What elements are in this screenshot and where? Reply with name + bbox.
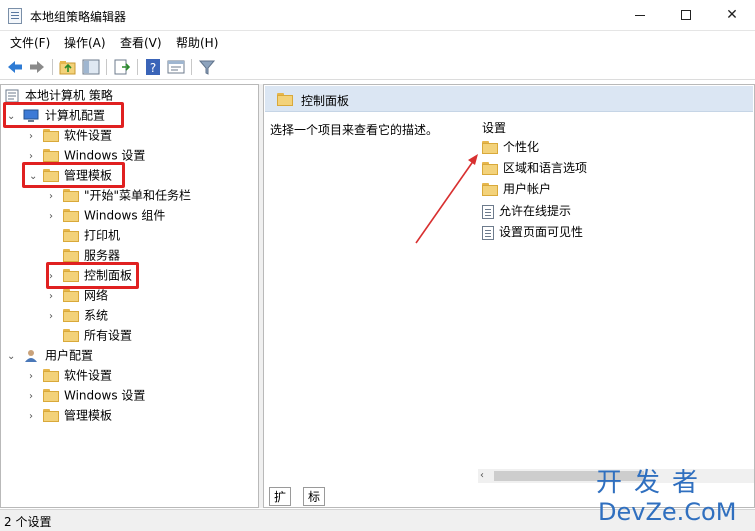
chevron-right-icon[interactable]: › xyxy=(29,387,39,407)
chevron-right-icon[interactable]: › xyxy=(49,287,59,307)
chevron-right-icon[interactable]: › xyxy=(49,207,59,227)
details-pane[interactable]: 控制面板 选择一个项目来查看它的描述。 设置 个性化 区域和语言选项 用户帐户 … xyxy=(263,84,755,508)
setting-icon xyxy=(482,225,494,240)
details-header: 控制面板 xyxy=(265,86,753,112)
chevron-down-icon[interactable]: ⌄ xyxy=(7,347,17,367)
folder-icon xyxy=(482,183,498,196)
tree-item-user-admin-templates[interactable]: › 管理模板 xyxy=(29,405,112,425)
help-icon[interactable]: ? xyxy=(144,58,162,76)
folder-icon xyxy=(43,409,59,422)
list-item-personalization[interactable]: 个性化 xyxy=(482,137,539,157)
svg-text:?: ? xyxy=(150,61,156,75)
toolbar-separator xyxy=(137,59,138,75)
highlight-computer-config xyxy=(3,102,124,128)
toolbar-separator xyxy=(106,59,107,75)
forward-icon[interactable] xyxy=(28,58,46,76)
chevron-right-icon[interactable]: › xyxy=(49,307,59,327)
folder-icon xyxy=(482,162,498,175)
folder-icon xyxy=(63,289,79,302)
toolbar-separator xyxy=(191,59,192,75)
title-bar: 本地组策略编辑器 ✕ xyxy=(0,0,755,31)
folder-icon xyxy=(43,369,59,382)
list-item-page-visibility[interactable]: 设置页面可见性 xyxy=(482,222,583,242)
menu-help[interactable]: 帮助(H) xyxy=(176,34,218,51)
chevron-right-icon[interactable]: › xyxy=(29,367,39,387)
minimize-icon xyxy=(635,15,645,16)
watermark-bottom-text: DevZe.CoM xyxy=(598,498,737,526)
tree-item-all-settings[interactable]: 所有设置 xyxy=(49,325,132,345)
settings-column-header[interactable]: 设置 xyxy=(482,119,506,136)
policy-icon xyxy=(5,89,19,102)
watermark-logo: 开发者 DevZe.CoM xyxy=(596,462,752,528)
menu-view[interactable]: 查看(V) xyxy=(120,34,162,51)
folder-icon xyxy=(63,249,79,262)
maximize-button[interactable] xyxy=(663,0,709,31)
show-hide-tree-icon[interactable] xyxy=(82,58,100,76)
chevron-right-icon[interactable]: › xyxy=(29,127,39,147)
menu-file[interactable]: 文件(F) xyxy=(10,34,50,51)
tree-item-printers[interactable]: 打印机 xyxy=(49,225,120,245)
folder-icon xyxy=(63,209,79,222)
toolbar-separator xyxy=(52,59,53,75)
tree-item-user-windows-settings[interactable]: › Windows 设置 xyxy=(29,385,145,405)
maximize-icon xyxy=(681,10,691,20)
highlight-admin-templates xyxy=(22,162,125,188)
setting-icon xyxy=(482,204,494,219)
all-settings-folder-icon xyxy=(63,329,79,342)
tab-extended[interactable]: 扩展 xyxy=(269,487,292,522)
highlight-control-panel xyxy=(46,262,139,289)
folder-icon xyxy=(63,229,79,242)
folder-icon xyxy=(43,389,59,402)
window-title: 本地组策略编辑器 xyxy=(30,10,127,24)
chevron-right-icon[interactable]: › xyxy=(49,187,59,207)
up-folder-icon[interactable] xyxy=(59,58,77,76)
list-item-online-tips[interactable]: 允许在线提示 xyxy=(482,201,571,221)
tree-item-windows-components[interactable]: › Windows 组件 xyxy=(49,205,165,225)
toolbar: ? xyxy=(0,54,755,80)
close-button[interactable]: ✕ xyxy=(709,0,755,31)
tree-pane[interactable]: 本地计算机 策略 ⌄ 计算机配置 › 软件设置 › Windows 设置 ⌄ 管理模板 … xyxy=(0,84,259,508)
filter-icon[interactable] xyxy=(198,58,216,76)
close-icon: ✕ xyxy=(726,7,738,23)
properties-icon[interactable] xyxy=(167,58,185,76)
list-item-regional-language[interactable]: 区域和语言选项 xyxy=(482,158,587,178)
tree-item-system[interactable]: › 系统 xyxy=(49,305,108,325)
folder-icon xyxy=(482,141,498,154)
menu-bar: 文件(F) 操作(A) 查看(V) 帮助(H) xyxy=(0,31,755,53)
gpedit-app-icon xyxy=(8,8,22,24)
folder-icon xyxy=(43,129,59,142)
folder-icon xyxy=(43,149,59,162)
folder-icon xyxy=(63,309,79,322)
tree-item-user-software-settings[interactable]: › 软件设置 xyxy=(29,365,112,385)
folder-icon xyxy=(63,189,79,202)
status-text: 2 个设置 xyxy=(4,515,52,529)
details-header-title: 控制面板 xyxy=(301,94,350,108)
back-icon[interactable] xyxy=(6,58,24,76)
menu-action[interactable]: 操作(A) xyxy=(64,34,106,51)
watermark-top-text: 开发者 xyxy=(596,468,711,498)
scroll-left-icon[interactable]: ‹ xyxy=(480,469,484,483)
user-icon xyxy=(25,349,37,362)
export-list-icon[interactable] xyxy=(113,58,131,76)
tab-standard[interactable]: 标准 xyxy=(303,487,326,522)
description-text: 选择一个项目来查看它的描述。 xyxy=(270,123,439,137)
list-item-user-accounts[interactable]: 用户帐户 xyxy=(482,179,551,199)
tree-item-start-menu[interactable]: › "开始"菜单和任务栏 xyxy=(49,185,191,205)
minimize-button[interactable] xyxy=(617,0,663,31)
tree-item-software-settings[interactable]: › 软件设置 xyxy=(29,125,112,145)
chevron-right-icon[interactable]: › xyxy=(29,407,39,427)
tree-item-user-config[interactable]: ⌄ 用户配置 xyxy=(7,345,93,365)
